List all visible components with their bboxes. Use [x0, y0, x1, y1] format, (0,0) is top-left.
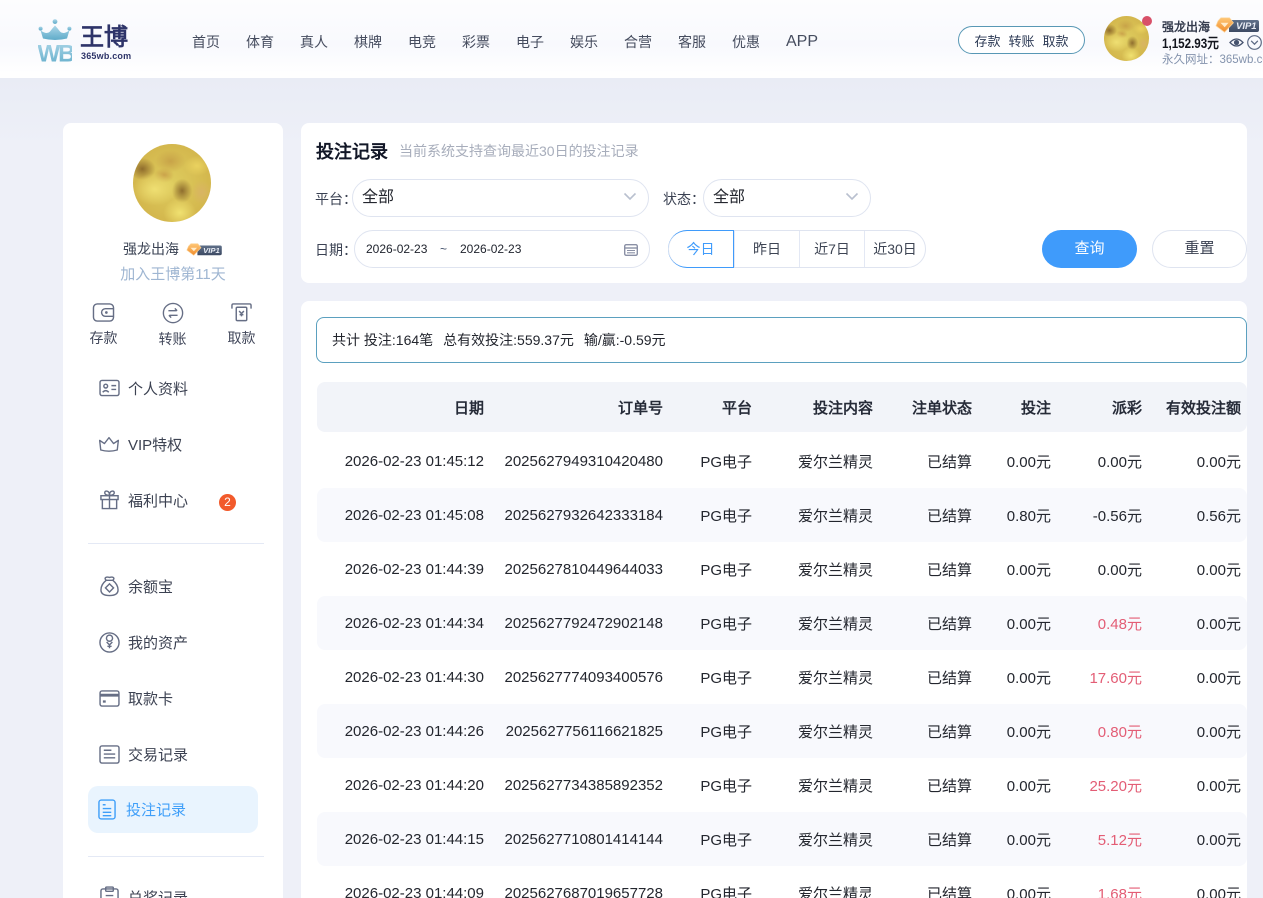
svg-text:VIP1: VIP1	[203, 245, 220, 254]
svg-text:WB: WB	[38, 41, 72, 64]
svg-text:VIP1: VIP1	[1236, 21, 1257, 32]
